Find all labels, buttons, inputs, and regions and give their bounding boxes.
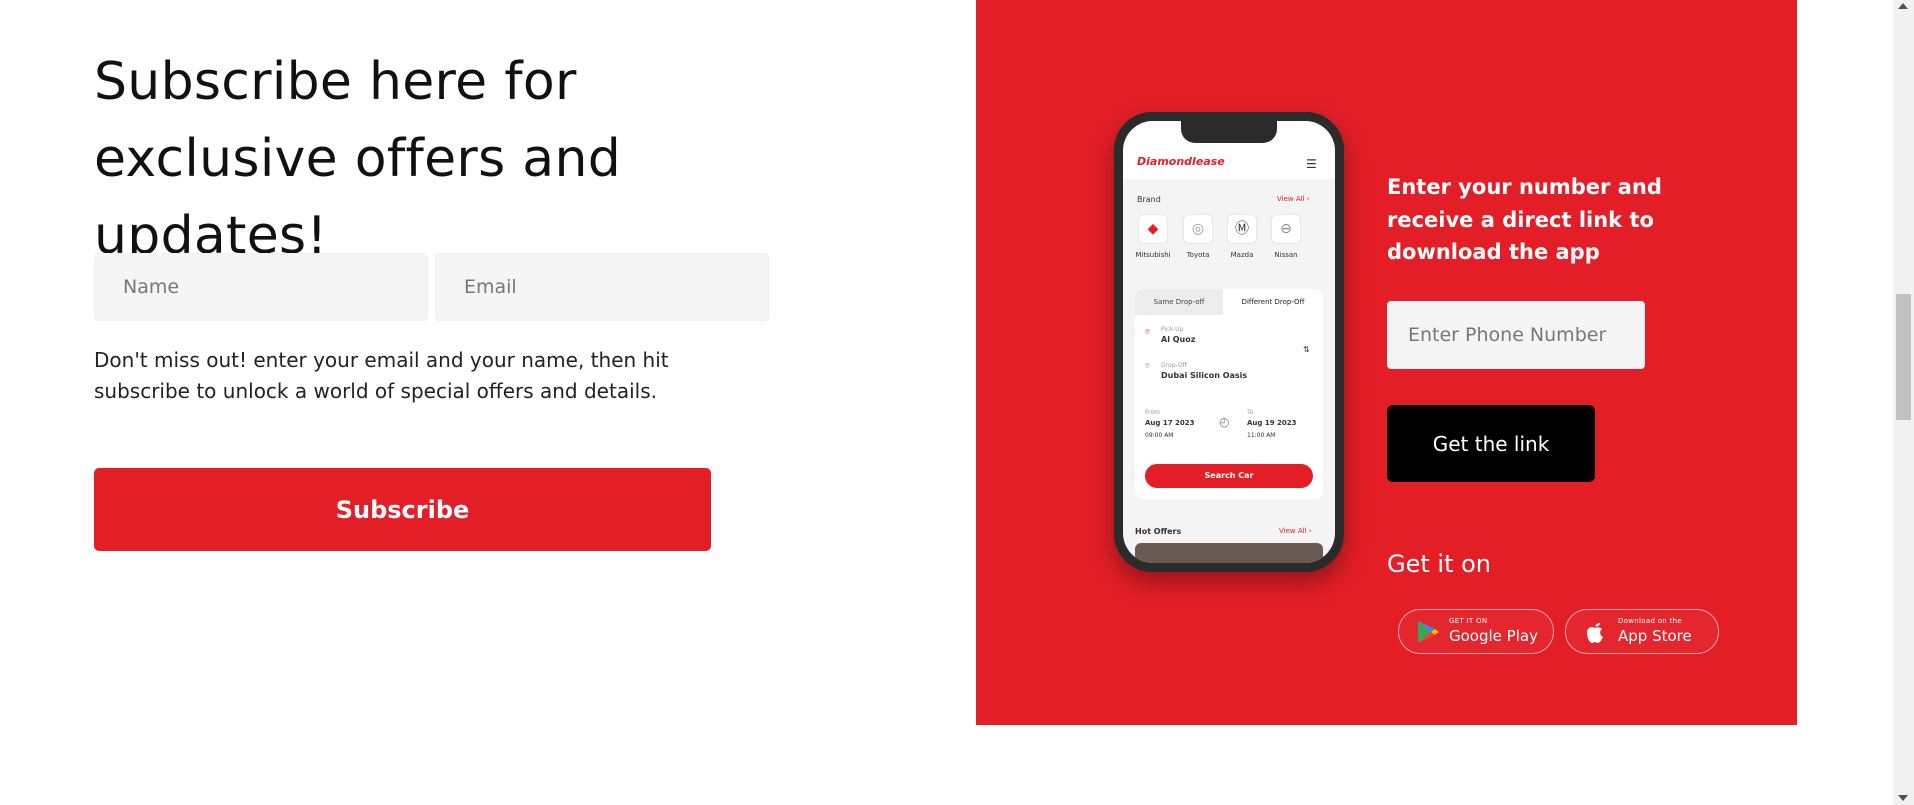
pickup-label: Pick-Up (1161, 326, 1184, 333)
mitsubishi-logo-icon: ◆ (1138, 214, 1168, 244)
phone-search-car-button: Search Car (1145, 464, 1313, 488)
google-play-big-text: Google Play (1449, 627, 1538, 645)
pickup-value: Al Quoz (1161, 335, 1196, 344)
brand-label: Mazda (1230, 251, 1254, 259)
toyota-logo-icon: ◎ (1183, 214, 1213, 244)
to-label: To (1247, 409, 1254, 416)
scroll-down-arrow-icon[interactable] (1898, 795, 1908, 801)
get-it-on-label: Get it on (1387, 550, 1492, 578)
pin-icon: ⌾ (1145, 361, 1150, 370)
phone-number-input[interactable] (1387, 301, 1645, 369)
google-play-small-text: GET IT ON (1449, 617, 1488, 625)
brand-label: Toyota (1186, 251, 1210, 259)
to-time: 11:00 AM (1247, 432, 1276, 439)
from-time: 09:00 AM (1145, 432, 1174, 439)
calendar-icon: ◴ (1219, 415, 1230, 429)
hot-offers-view-all: View All › (1279, 527, 1312, 535)
dropoff-label: Drop-Off (1161, 362, 1187, 369)
swap-icon: ⇅ (1303, 345, 1310, 354)
phone-tab-same-dropoff: Same Drop-off (1135, 289, 1223, 315)
hot-offer-image (1135, 543, 1323, 563)
scroll-up-arrow-icon[interactable] (1898, 3, 1908, 9)
nissan-logo-icon: ⊖ (1271, 214, 1301, 244)
hot-offers-heading: Hot Offers (1135, 527, 1182, 536)
name-input[interactable] (94, 253, 428, 321)
phone-notch (1181, 121, 1277, 143)
phone-tab-different-dropoff: Different Drop-Off (1241, 298, 1305, 306)
phone-brand-view-all: View All › (1277, 195, 1310, 203)
subscribe-title: Subscribe here for exclusive offers and … (94, 52, 622, 266)
phone-brand-heading: Brand (1137, 195, 1161, 204)
phone-hot-offers: Hot Offers View All › (1123, 523, 1335, 563)
phone-app-logo: Diamondlease (1137, 155, 1225, 168)
brand-label: Nissan (1274, 251, 1298, 259)
pin-icon: ⌾ (1145, 327, 1150, 336)
get-link-button[interactable]: Get the link (1387, 405, 1595, 482)
app-store-badge[interactable]: Download on the App Store (1565, 609, 1719, 654)
hamburger-menu-icon: ☰ (1306, 157, 1317, 171)
download-instructions: Enter your number and receive a direct l… (1387, 175, 1662, 264)
google-play-icon (1418, 621, 1439, 643)
app-store-big-text: App Store (1618, 627, 1692, 645)
from-date: Aug 17 2023 (1145, 419, 1195, 427)
scrollbar-thumb[interactable] (1896, 294, 1911, 420)
app-download-panel: Diamondlease ☰ Brand View All › ◆ ◎ Ⓜ ⊖ … (976, 0, 1797, 725)
from-label: From (1145, 409, 1160, 416)
mazda-logo-icon: Ⓜ (1227, 214, 1257, 244)
app-store-small-text: Download on the (1618, 617, 1682, 625)
phone-mockup: Diamondlease ☰ Brand View All › ◆ ◎ Ⓜ ⊖ … (1114, 112, 1344, 572)
dropoff-value: Dubai Silicon Oasis (1161, 371, 1248, 380)
apple-icon (1587, 623, 1603, 643)
subscribe-button[interactable]: Subscribe (94, 468, 711, 551)
vertical-scrollbar[interactable] (1893, 0, 1914, 805)
page: Subscribe here for exclusive offers and … (0, 0, 1914, 805)
subscribe-description: Don't miss out! enter your email and you… (94, 348, 669, 403)
phone-screen: Diamondlease ☰ Brand View All › ◆ ◎ Ⓜ ⊖ … (1123, 121, 1335, 563)
phone-booking-card: Same Drop-off Different Drop-Off ⌾ Pick-… (1135, 289, 1323, 499)
google-play-badge[interactable]: GET IT ON Google Play (1398, 609, 1554, 654)
to-date: Aug 19 2023 (1247, 419, 1297, 427)
email-input[interactable] (435, 253, 769, 321)
brand-label: Mitsubishi (1135, 251, 1171, 259)
